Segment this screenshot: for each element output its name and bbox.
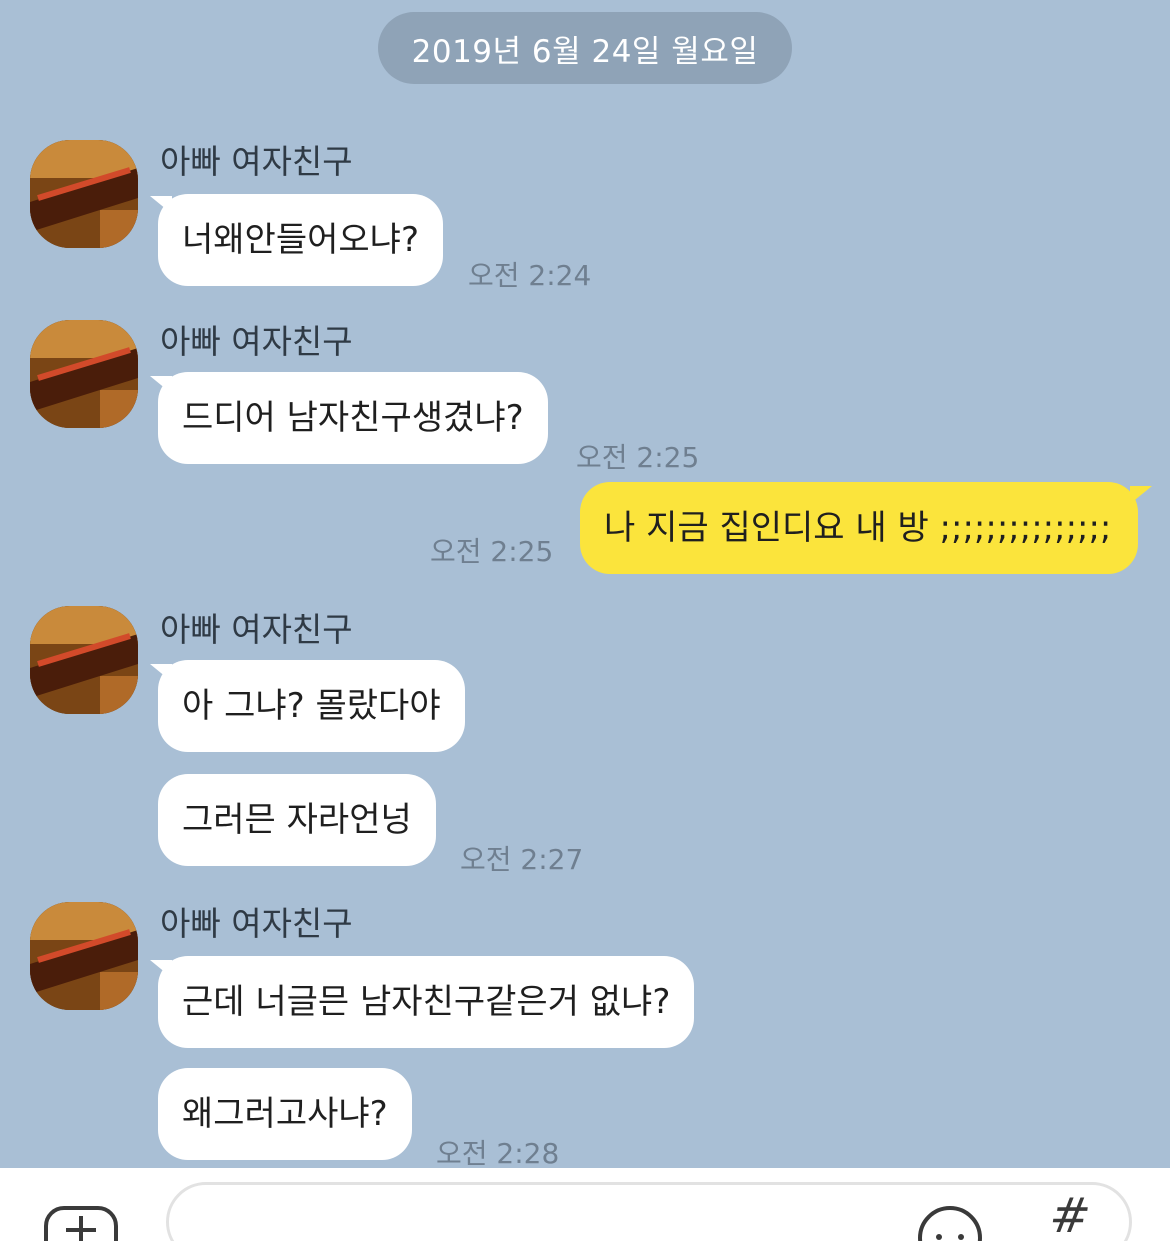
message-bubble-incoming[interactable]: 아 그냐? 몰랐다야 <box>158 660 465 752</box>
sender-name: 아빠 여자친구 <box>160 142 353 181</box>
message-bubble-incoming[interactable]: 그러믄 자라언넝 <box>158 774 436 866</box>
sender-avatar[interactable] <box>30 320 138 428</box>
chat-area[interactable]: 2019년 6월 24일 월요일 아빠 여자친구 너왜안들어오냐? 오전 2:2… <box>0 0 1170 1168</box>
sender-name: 아빠 여자친구 <box>160 904 353 943</box>
message-bubble-incoming[interactable]: 너왜안들어오냐? <box>158 194 444 286</box>
message-time: 오전 2:27 <box>460 843 584 876</box>
message-bubble-incoming[interactable]: 드디어 남자친구생겼냐? <box>158 372 548 464</box>
message-time: 오전 2:28 <box>436 1137 560 1168</box>
hash-icon[interactable]: # <box>1046 1188 1094 1241</box>
sender-avatar[interactable] <box>30 902 138 1010</box>
date-divider: 2019년 6월 24일 월요일 <box>378 12 792 84</box>
message-input[interactable] <box>166 1182 1132 1241</box>
sender-name: 아빠 여자친구 <box>160 322 353 361</box>
sender-avatar[interactable] <box>30 606 138 714</box>
message-bubble-incoming[interactable]: 왜그러고사냐? <box>158 1068 412 1160</box>
bubble-tail <box>1130 486 1152 504</box>
message-bubble-outgoing[interactable]: 나 지금 집인디요 내 방 ;;;;;;;;;;;;;;; <box>580 482 1138 574</box>
sender-avatar[interactable] <box>30 140 138 248</box>
plus-icon[interactable] <box>44 1206 118 1241</box>
sender-name: 아빠 여자친구 <box>160 610 353 649</box>
message-time: 오전 2:25 <box>576 441 700 474</box>
message-time: 오전 2:24 <box>468 259 592 292</box>
message-bubble-incoming[interactable]: 근데 너글믄 남자친구같은거 없냐? <box>158 956 695 1048</box>
message-time: 오전 2:25 <box>430 535 554 568</box>
composer-bar: # <box>0 1168 1170 1241</box>
